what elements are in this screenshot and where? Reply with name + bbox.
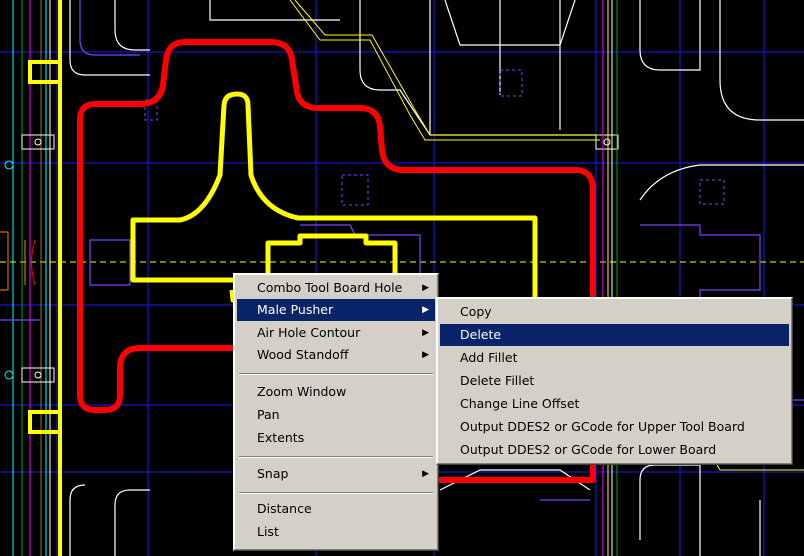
left-tab-top: [28, 60, 60, 84]
menu-item-combo-tool-board-hole[interactable]: Combo Tool Board Hole ▶: [237, 277, 435, 299]
menu-item-label: Distance: [257, 501, 312, 516]
menu-separator: [239, 373, 433, 375]
menu-item-delete-fillet[interactable]: Delete Fillet: [440, 370, 789, 392]
right-border-lines: [602, 0, 618, 556]
menu-item-snap[interactable]: Snap ▶: [237, 463, 435, 485]
menu-separator: [239, 456, 433, 458]
menu-item-label: Change Line Offset: [460, 396, 580, 411]
menu-item-label: Copy: [460, 304, 492, 319]
menu-item-delete[interactable]: Delete: [440, 324, 789, 346]
submenu-arrow-icon: ▶: [422, 350, 429, 360]
menu-item-label: Delete: [460, 327, 502, 342]
menu-item-label: Add Fillet: [460, 350, 518, 365]
menu-item-label: Snap: [257, 466, 289, 481]
menu-item-label: Delete Fillet: [460, 373, 535, 388]
menu-item-extents[interactable]: Extents: [237, 427, 435, 449]
menu-item-label: Combo Tool Board Hole: [257, 280, 403, 295]
submenu-male-pusher: Copy Delete Add Fillet Delete Fillet Cha…: [436, 297, 793, 465]
menu-item-label: Wood Standoff: [257, 347, 349, 362]
left-tab-bottom: [28, 410, 60, 434]
submenu-arrow-icon: ▶: [422, 283, 429, 293]
submenu-arrow-icon: ▶: [422, 328, 429, 338]
menu-item-label: Extents: [257, 430, 305, 445]
menu-item-air-hole-contour[interactable]: Air Hole Contour ▶: [237, 322, 435, 344]
menu-item-male-pusher[interactable]: Male Pusher ▶: [237, 299, 435, 321]
menu-item-output-upper-tool-board[interactable]: Output DDES2 or GCode for Upper Tool Boa…: [440, 416, 789, 438]
menu-item-list[interactable]: List: [237, 521, 435, 543]
menu-item-distance[interactable]: Distance: [237, 498, 435, 520]
menu-separator: [239, 492, 433, 494]
menu-item-change-line-offset[interactable]: Change Line Offset: [440, 393, 789, 415]
menu-item-label: Output DDES2 or GCode for Lower Board: [460, 442, 717, 457]
context-menu: Combo Tool Board Hole ▶ Male Pusher ▶ Ai…: [233, 273, 439, 551]
menu-item-zoom-window[interactable]: Zoom Window: [237, 381, 435, 403]
menu-item-label: List: [257, 524, 279, 539]
menu-item-label: Zoom Window: [257, 384, 347, 399]
menu-item-label: Air Hole Contour: [257, 325, 361, 340]
menu-item-output-lower-board[interactable]: Output DDES2 or GCode for Lower Board: [440, 439, 789, 461]
menu-item-label: Male Pusher: [257, 302, 334, 317]
yellow-contour: [130, 91, 538, 303]
menu-item-copy[interactable]: Copy: [440, 301, 789, 323]
menu-item-add-fillet[interactable]: Add Fillet: [440, 347, 789, 369]
submenu-arrow-icon: ▶: [422, 305, 429, 315]
menu-item-label: Pan: [257, 407, 280, 422]
menu-item-wood-standoff[interactable]: Wood Standoff ▶: [237, 344, 435, 366]
menu-item-pan[interactable]: Pan: [237, 404, 435, 426]
submenu-arrow-icon: ▶: [422, 469, 429, 479]
menu-item-label: Output DDES2 or GCode for Upper Tool Boa…: [460, 419, 745, 434]
